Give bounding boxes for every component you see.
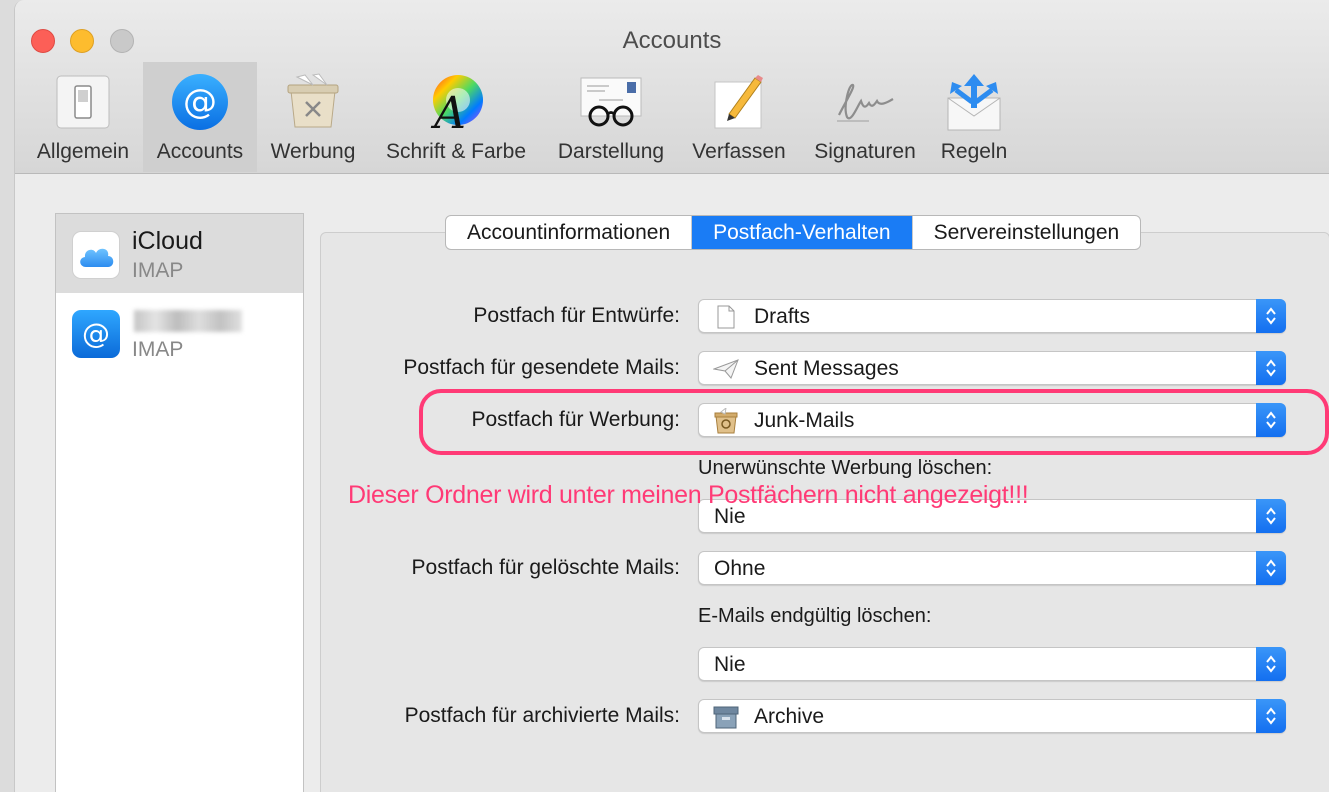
account-type: IMAP	[132, 338, 184, 361]
account-name: iCloud	[132, 227, 203, 255]
toolbar-item-regeln[interactable]: Regeln	[933, 62, 1015, 172]
svg-text:@: @	[183, 82, 217, 122]
annotation-text: Dieser Ordner wird unter meinen Postfäch…	[348, 481, 1029, 509]
paper-plane-icon	[713, 356, 739, 382]
tab-bar: Accountinformationen Postfach-Verhalten …	[445, 215, 1142, 250]
account-row-icloud[interactable]: iCloud IMAP	[56, 214, 303, 293]
tab-accountinformationen[interactable]: Accountinformationen	[446, 216, 693, 249]
pencil-paper-icon	[707, 70, 771, 134]
glasses-letter-icon	[579, 70, 643, 134]
toolbar-item-verfassen[interactable]: Verfassen	[681, 62, 797, 172]
drafts-value: Drafts	[754, 305, 811, 328]
toolbar-item-allgemein[interactable]: Allgemein	[31, 62, 135, 172]
sent-value: Sent Messages	[754, 357, 899, 380]
preferences-toolbar: Allgemein @ Accounts Werbung A Schrift &…	[15, 62, 1329, 172]
chevron-updown-icon	[1256, 403, 1286, 437]
chevron-updown-icon	[1256, 551, 1286, 585]
toolbar-label: Schrift & Farbe	[385, 140, 527, 163]
switch-icon	[51, 70, 115, 134]
drafts-label: Postfach für Entwürfe:	[473, 304, 680, 327]
at-icon: @	[72, 310, 120, 358]
chevron-updown-icon	[1256, 299, 1286, 333]
icloud-icon	[72, 231, 120, 279]
account-name-redacted	[134, 310, 242, 332]
toolbar-item-signaturen[interactable]: Signaturen	[805, 62, 925, 172]
junk-box-icon	[713, 408, 739, 434]
sent-mailbox-select[interactable]: Sent Messages	[698, 351, 1286, 385]
preferences-window: Accounts Allgemein @ Accounts Werbung A …	[14, 0, 1329, 792]
document-icon	[713, 304, 739, 330]
toolbar-label: Regeln	[940, 140, 1008, 163]
toolbar-item-darstellung[interactable]: Darstellung	[549, 62, 673, 172]
rules-envelope-icon	[942, 70, 1006, 134]
toolbar-label: Signaturen	[814, 140, 916, 163]
erase-value: Nie	[714, 653, 746, 676]
archive-mailbox-select[interactable]: Archive	[698, 699, 1286, 733]
tab-postfach-verhalten[interactable]: Postfach-Verhalten	[692, 216, 913, 249]
erase-label: E-Mails endgültig löschen:	[698, 605, 932, 627]
junk-mailbox-select[interactable]: Junk-Mails	[698, 403, 1286, 437]
account-type: IMAP	[132, 259, 184, 282]
trash-mailbox-select[interactable]: Ohne	[698, 551, 1286, 585]
signature-icon	[833, 70, 897, 134]
sent-label: Postfach für gesendete Mails:	[403, 356, 680, 379]
archive-label: Postfach für archivierte Mails:	[404, 704, 680, 727]
trash-value: Ohne	[714, 557, 766, 580]
content-area: iCloud IMAP @ IMAP Accountinformationen …	[15, 175, 1329, 792]
svg-text:A: A	[430, 88, 466, 132]
junk-bin-icon	[281, 70, 345, 134]
toolbar-item-accounts[interactable]: @ Accounts	[143, 62, 257, 172]
chevron-updown-icon	[1256, 351, 1286, 385]
titlebar: Accounts Allgemein @ Accounts Werbung A …	[15, 0, 1329, 174]
toolbar-item-werbung[interactable]: Werbung	[265, 62, 361, 172]
toolbar-label: Allgemein	[36, 140, 130, 163]
font-color-icon: A	[424, 70, 488, 134]
toolbar-label: Verfassen	[692, 140, 786, 163]
tab-servereinstellungen[interactable]: Servereinstellungen	[913, 216, 1141, 249]
junk-value: Junk-Mails	[754, 409, 855, 432]
archive-box-icon	[713, 704, 739, 730]
toolbar-label: Werbung	[270, 140, 356, 163]
toolbar-item-schrift-farbe[interactable]: A Schrift & Farbe	[375, 62, 537, 172]
account-row-second[interactable]: @ IMAP	[56, 293, 303, 372]
erase-select[interactable]: Nie	[698, 647, 1286, 681]
accounts-list: iCloud IMAP @ IMAP	[55, 213, 304, 792]
chevron-updown-icon	[1256, 499, 1286, 533]
chevron-updown-icon	[1256, 699, 1286, 733]
drafts-mailbox-select[interactable]: Drafts	[698, 299, 1286, 333]
toolbar-label: Darstellung	[557, 140, 665, 163]
svg-text:@: @	[82, 317, 110, 350]
window-title: Accounts	[622, 27, 722, 54]
junk-delete-label: Unerwünschte Werbung löschen:	[698, 457, 993, 479]
toolbar-label: Accounts	[156, 140, 244, 163]
chevron-updown-icon	[1256, 647, 1286, 681]
junk-label: Postfach für Werbung:	[471, 408, 680, 431]
trash-label: Postfach für gelöschte Mails:	[411, 556, 680, 579]
archive-value: Archive	[754, 705, 825, 728]
at-icon: @	[168, 70, 232, 134]
